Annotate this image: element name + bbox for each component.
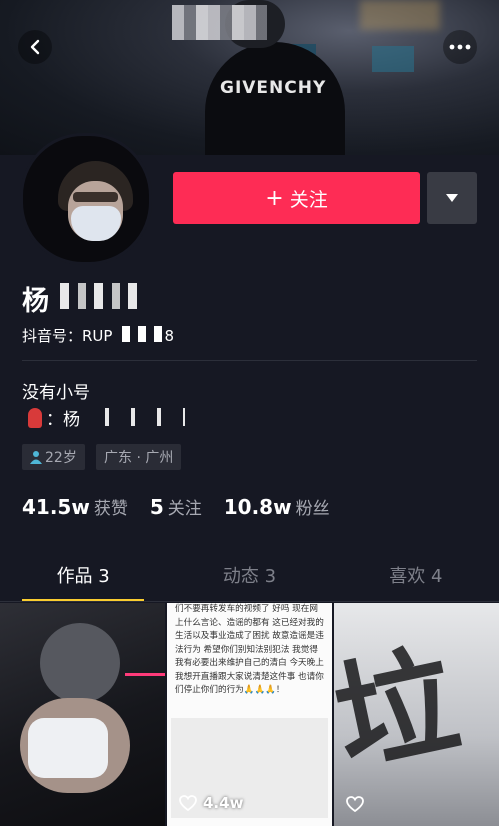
more-dots-icon: [449, 44, 471, 50]
follow-label: 关注: [289, 188, 328, 211]
heart-icon: [346, 796, 364, 812]
heart-icon: [179, 795, 197, 811]
plus-icon: +: [265, 185, 284, 211]
bio-line2-text: ：杨: [46, 410, 80, 430]
tab-works[interactable]: 作品 3: [0, 548, 166, 602]
stat-likes: 41.5w 获赞: [22, 494, 128, 519]
like-count: 4.4w: [179, 794, 243, 812]
triangle-down-icon: [446, 194, 458, 202]
location-tag-label: 广东 · 广州: [104, 450, 174, 466]
bio-line: ：杨: [22, 405, 80, 430]
avatar[interactable]: [20, 133, 152, 265]
video-grid: 们不要再转发车的视频了 好吗 现在网上什么言论、造谣的都有 这已经对我的生活以及…: [0, 603, 499, 826]
video-thumbnail[interactable]: [0, 603, 165, 826]
like-count: [346, 796, 364, 812]
tab-likes[interactable]: 喜欢 4: [333, 548, 499, 602]
stat-followers[interactable]: 10.8w 粉丝: [224, 494, 330, 519]
content-tabs: 作品 3 动态 3 喜欢 4: [0, 548, 499, 602]
stat-following[interactable]: 5 关注: [150, 494, 202, 519]
avatar-mask: [71, 206, 121, 241]
bio-line: 没有小号: [22, 383, 90, 403]
like-count-label: 4.4w: [203, 794, 244, 812]
avatar-eyes: [73, 192, 118, 202]
cover-brand-text: GIVENCHY: [220, 78, 327, 98]
back-button[interactable]: [18, 30, 52, 64]
cover-image: GIVENCHY: [0, 0, 499, 155]
douyin-id-suffix: 8: [164, 327, 174, 345]
recommend-dropdown-button[interactable]: [427, 172, 477, 224]
stat-number: 41.5w: [22, 495, 90, 519]
thumb-mask: [28, 718, 108, 778]
stat-label: 关注: [167, 499, 202, 519]
name-mosaic: [60, 283, 140, 309]
stat-number: 5: [149, 495, 164, 519]
thumb-hat: [40, 623, 120, 703]
video-thumbnail[interactable]: 垃: [334, 603, 499, 826]
stats-row: 41.5w 获赞 5 关注 10.8w 粉丝: [22, 494, 330, 519]
thumb-caption: 们不要再转发车的视频了 好吗 现在网上什么言论、造谣的都有 这已经对我的生活以及…: [175, 604, 324, 695]
bio-mosaic: [95, 408, 185, 426]
cover-light: [360, 0, 440, 30]
video-thumbnail[interactable]: 们不要再转发车的视频了 好吗 现在网上什么言论、造谣的都有 这已经对我的生活以及…: [167, 603, 332, 826]
tab-dynamics[interactable]: 动态 3: [166, 548, 332, 602]
cover-sign: [372, 46, 414, 72]
stat-label: 粉丝: [295, 499, 330, 519]
douyin-id-prefix: 抖音号：RUP: [22, 327, 113, 345]
thumb-light: [125, 673, 165, 676]
cover-figure: [205, 42, 345, 155]
red-figure-icon: [28, 407, 42, 428]
follow-button[interactable]: + 关注: [173, 172, 420, 224]
id-mosaic: [122, 326, 162, 342]
stat-number: 10.8w: [223, 495, 292, 519]
age-tag: 22岁: [22, 444, 85, 470]
age-tag-label: 22岁: [45, 450, 77, 466]
divider: [22, 360, 477, 361]
chevron-left-icon: [30, 39, 40, 55]
stat-label: 获赞: [93, 499, 128, 519]
more-button[interactable]: [443, 30, 477, 64]
cover-mosaic: [172, 5, 267, 40]
location-tag: 广东 · 广州: [96, 444, 182, 470]
tabs-divider: [0, 601, 499, 602]
thumb-graffiti: 垃: [334, 628, 470, 792]
profile-name: 杨: [22, 286, 50, 317]
person-icon: [30, 451, 42, 464]
